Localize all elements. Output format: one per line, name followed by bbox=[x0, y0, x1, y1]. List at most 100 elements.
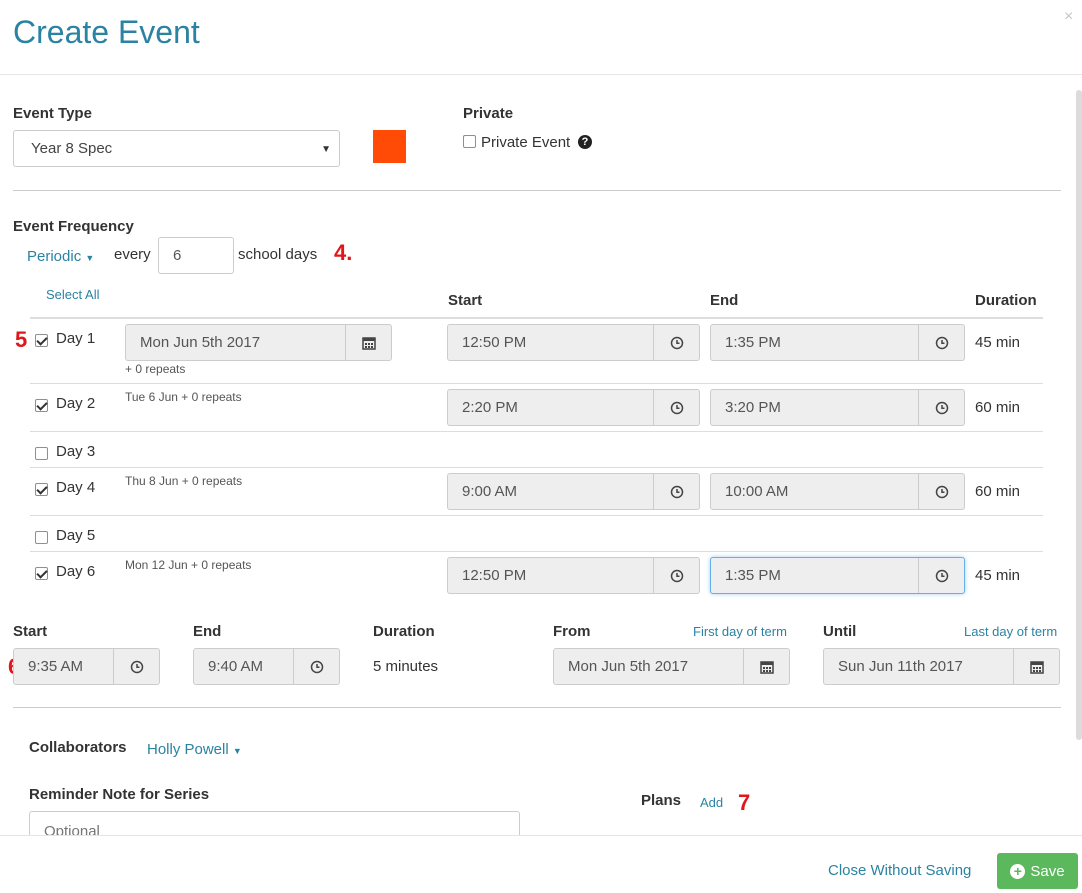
close-icon[interactable]: × bbox=[1064, 8, 1073, 26]
first-day-of-term-link[interactable]: First day of term bbox=[693, 624, 787, 639]
reminder-note-label: Reminder Note for Series bbox=[29, 786, 210, 803]
day-6-checkbox[interactable] bbox=[35, 567, 48, 580]
calendar-icon[interactable] bbox=[743, 649, 789, 684]
day-6-end-time[interactable]: 1:35 PM bbox=[710, 557, 965, 594]
frequency-mode-dropdown[interactable]: Periodic ▼ bbox=[27, 248, 94, 265]
select-all-link[interactable]: Select All bbox=[46, 287, 99, 302]
day-2-end-value: 3:20 PM bbox=[725, 399, 781, 416]
table-header-rule bbox=[30, 317, 1043, 319]
day-5-checkbox[interactable] bbox=[35, 531, 48, 544]
private-label: Private bbox=[463, 105, 514, 122]
series-end-time[interactable]: 9:40 AM bbox=[193, 648, 340, 685]
calendar-icon[interactable] bbox=[345, 325, 391, 360]
row-divider bbox=[30, 551, 1043, 552]
row-divider bbox=[30, 467, 1043, 468]
last-day-of-term-link[interactable]: Last day of term bbox=[964, 624, 1057, 639]
day-4-duration: 60 min bbox=[975, 483, 1021, 500]
clock-icon[interactable] bbox=[293, 649, 339, 684]
event-color-swatch[interactable] bbox=[373, 130, 406, 163]
clock-icon[interactable] bbox=[918, 390, 964, 425]
section-divider bbox=[13, 190, 1061, 191]
day-2-repeat-note: Tue 6 Jun + 0 repeats bbox=[125, 390, 242, 404]
clock-icon[interactable] bbox=[653, 474, 699, 509]
day-2-duration: 60 min bbox=[975, 399, 1021, 416]
frequency-unit-label: school days bbox=[238, 246, 318, 263]
day-6-end-value: 1:35 PM bbox=[725, 567, 781, 584]
from-label: From bbox=[553, 623, 591, 640]
start-column-header: Start bbox=[448, 292, 483, 309]
clock-icon[interactable] bbox=[653, 558, 699, 593]
series-end-value: 9:40 AM bbox=[208, 658, 264, 675]
end-column-header: End bbox=[710, 292, 739, 309]
section-divider bbox=[13, 707, 1061, 708]
day-2-checkbox[interactable] bbox=[35, 399, 48, 412]
collaborators-dropdown[interactable]: Holly Powell ▼ bbox=[147, 741, 242, 758]
day-2-start-value: 2:20 PM bbox=[462, 399, 518, 416]
frequency-mode-value: Periodic bbox=[27, 248, 82, 265]
day-1-end-time[interactable]: 1:35 PM bbox=[710, 324, 965, 361]
day-1-checkbox[interactable] bbox=[35, 334, 48, 347]
row-divider bbox=[30, 431, 1043, 432]
day-6-repeat-note: Mon 12 Jun + 0 repeats bbox=[125, 558, 252, 572]
collaborators-label: Collaborators bbox=[29, 739, 127, 756]
save-button[interactable]: + Save bbox=[997, 853, 1078, 889]
day-4-end-time[interactable]: 10:00 AM bbox=[710, 473, 965, 510]
day-4-end-value: 10:00 AM bbox=[725, 483, 789, 500]
event-type-value: Year 8 Spec bbox=[31, 140, 113, 157]
from-date-value: Mon Jun 5th 2017 bbox=[568, 658, 689, 675]
day-3-label: Day 3 bbox=[56, 443, 96, 460]
annotation-marker-4: 4. bbox=[334, 240, 353, 265]
private-event-checkbox[interactable] bbox=[463, 135, 476, 148]
clock-icon[interactable] bbox=[918, 474, 964, 509]
until-date-picker[interactable]: Sun Jun 11th 2017 bbox=[823, 648, 1060, 685]
until-label: Until bbox=[823, 623, 857, 640]
day-1-end-value: 1:35 PM bbox=[725, 334, 781, 351]
clock-icon[interactable] bbox=[918, 558, 964, 593]
annotation-marker-5: 5 bbox=[15, 327, 28, 352]
plus-circle-icon: + bbox=[1010, 863, 1026, 879]
event-type-label: Event Type bbox=[13, 105, 92, 122]
annotation-marker-7: 7 bbox=[738, 790, 751, 815]
row-divider bbox=[30, 515, 1043, 516]
chevron-down-icon: ▼ bbox=[85, 253, 95, 263]
header-divider bbox=[0, 74, 1082, 75]
series-start-time[interactable]: 9:35 AM bbox=[13, 648, 160, 685]
series-duration-label: Duration bbox=[373, 623, 435, 640]
day-5-label: Day 5 bbox=[56, 527, 96, 544]
calendar-icon[interactable] bbox=[1013, 649, 1059, 684]
day-1-start-time[interactable]: 12:50 PM bbox=[447, 324, 700, 361]
day-1-date-picker[interactable]: Mon Jun 5th 2017 bbox=[125, 324, 392, 361]
collaborator-name: Holly Powell bbox=[147, 741, 229, 758]
close-without-saving-link[interactable]: Close Without Saving bbox=[828, 862, 971, 879]
day-2-end-time[interactable]: 3:20 PM bbox=[710, 389, 965, 426]
series-start-value: 9:35 AM bbox=[28, 658, 84, 675]
clock-icon[interactable] bbox=[653, 325, 699, 360]
day-3-checkbox[interactable] bbox=[35, 447, 48, 460]
series-duration-value: 5 minutes bbox=[373, 658, 439, 675]
clock-icon[interactable] bbox=[653, 390, 699, 425]
day-6-start-time[interactable]: 12:50 PM bbox=[447, 557, 700, 594]
help-question-icon[interactable]: ? bbox=[578, 135, 592, 149]
day-1-label: Day 1 bbox=[56, 330, 96, 347]
clock-icon[interactable] bbox=[113, 649, 159, 684]
frequency-count-input[interactable] bbox=[158, 237, 234, 274]
event-type-select[interactable]: Year 8 Spec ▼ bbox=[13, 130, 340, 167]
event-frequency-label: Event Frequency bbox=[13, 218, 134, 235]
day-1-date-value: Mon Jun 5th 2017 bbox=[140, 334, 261, 351]
day-6-duration: 45 min bbox=[975, 567, 1021, 584]
clock-icon[interactable] bbox=[918, 325, 964, 360]
day-4-start-value: 9:00 AM bbox=[462, 483, 518, 500]
day-1-start-value: 12:50 PM bbox=[462, 334, 527, 351]
day-2-label: Day 2 bbox=[56, 395, 96, 412]
day-2-start-time[interactable]: 2:20 PM bbox=[447, 389, 700, 426]
add-plan-link[interactable]: Add bbox=[700, 795, 723, 810]
modal-scrollbar[interactable] bbox=[1076, 90, 1082, 740]
day-4-start-time[interactable]: 9:00 AM bbox=[447, 473, 700, 510]
until-date-value: Sun Jun 11th 2017 bbox=[838, 658, 963, 675]
duration-column-header: Duration bbox=[975, 292, 1037, 309]
from-date-picker[interactable]: Mon Jun 5th 2017 bbox=[553, 648, 790, 685]
day-4-checkbox[interactable] bbox=[35, 483, 48, 496]
plans-label: Plans bbox=[641, 792, 682, 809]
day-1-duration: 45 min bbox=[975, 334, 1021, 351]
dropdown-caret-icon: ▼ bbox=[321, 144, 331, 155]
